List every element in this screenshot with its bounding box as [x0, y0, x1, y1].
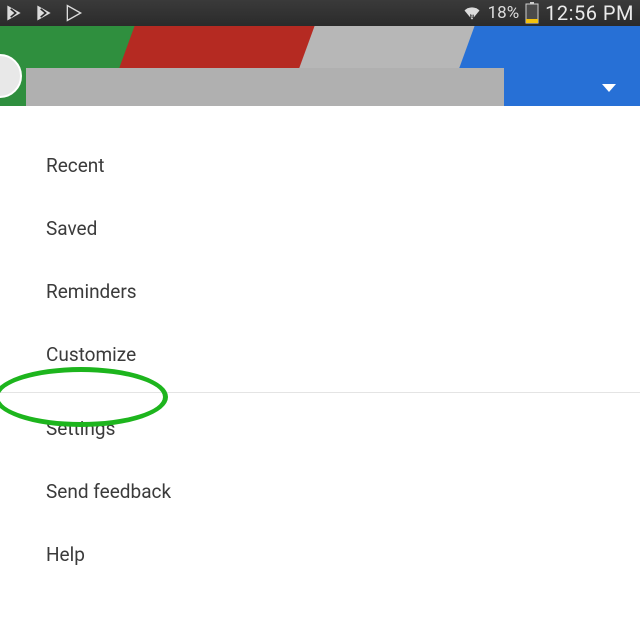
- menu-item-settings[interactable]: Settings: [0, 397, 640, 460]
- menu-item-saved[interactable]: Saved: [0, 197, 640, 260]
- menu-item-label: Customize: [46, 343, 136, 366]
- menu-item-reminders[interactable]: Reminders: [0, 260, 640, 323]
- navigation-menu: Recent Saved Reminders Customize Setting…: [0, 106, 640, 586]
- menu-item-send-feedback[interactable]: Send feedback: [0, 460, 640, 523]
- menu-item-label: Send feedback: [46, 480, 171, 503]
- app-header: [0, 26, 640, 106]
- play-store-icon: [34, 3, 54, 23]
- status-clock: 12:56 PM: [545, 1, 634, 25]
- menu-item-label: Help: [46, 543, 85, 566]
- wifi-icon: [462, 4, 482, 22]
- menu-item-label: Saved: [46, 217, 97, 240]
- menu-item-recent[interactable]: Recent: [0, 134, 640, 197]
- menu-item-label: Reminders: [46, 280, 137, 303]
- status-bar: 18% 12:56 PM: [0, 0, 640, 26]
- battery-percent: 18%: [488, 3, 520, 23]
- play-store-outline-icon: [64, 3, 84, 23]
- menu-divider: [0, 392, 640, 393]
- search-input[interactable]: [26, 68, 504, 106]
- account-dropdown-icon[interactable]: [602, 84, 616, 92]
- play-store-icon: [4, 3, 24, 23]
- menu-item-help[interactable]: Help: [0, 523, 640, 586]
- menu-item-customize[interactable]: Customize: [0, 323, 640, 386]
- menu-item-label: Recent: [46, 154, 105, 177]
- battery-icon: [525, 2, 539, 24]
- menu-item-label: Settings: [46, 417, 115, 440]
